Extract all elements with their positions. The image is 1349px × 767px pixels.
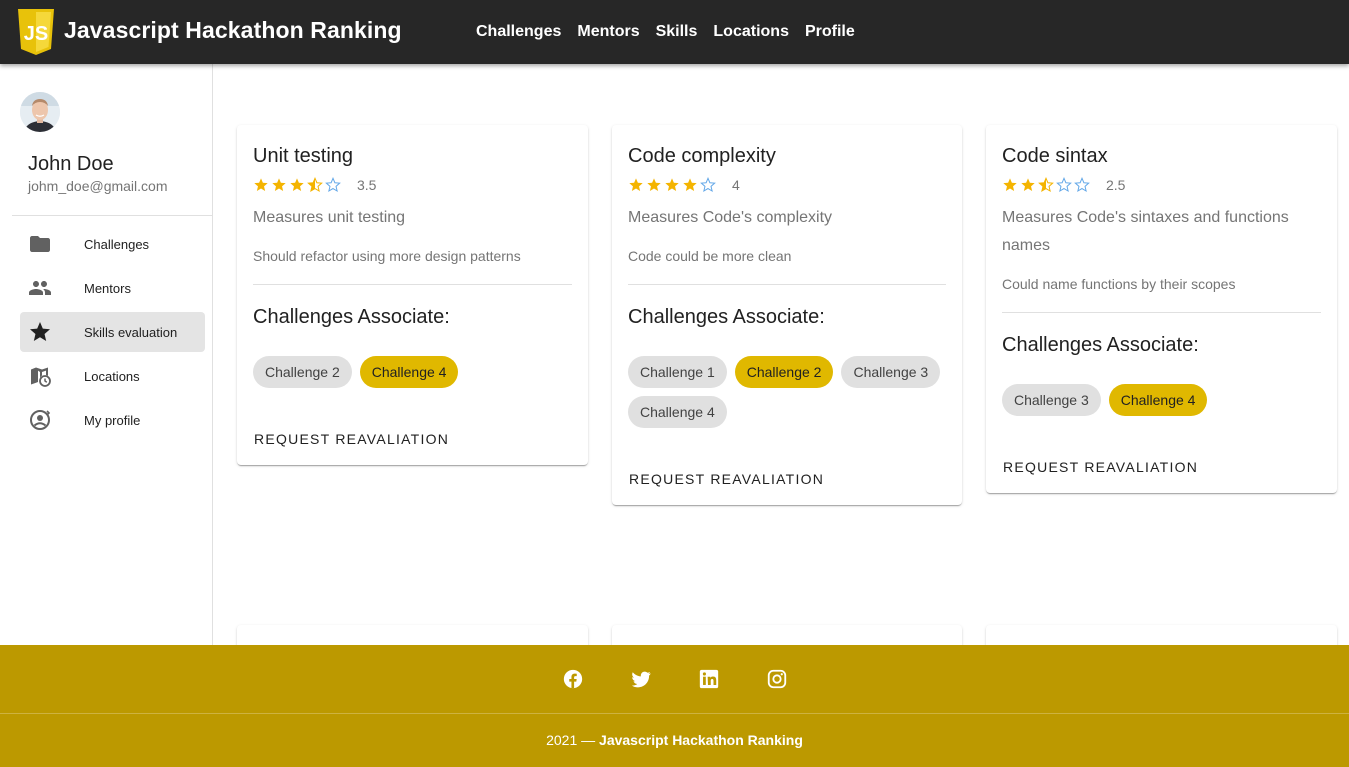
challenge-chip[interactable]: Challenge 3 xyxy=(1002,384,1101,416)
chip-group: Challenge 3 Challenge 4 xyxy=(1002,384,1332,424)
star-full-icon[interactable] xyxy=(628,177,644,193)
card-note: Code could be more clean xyxy=(628,248,792,264)
star-full-icon[interactable] xyxy=(682,177,698,193)
social-links xyxy=(0,665,1349,693)
star-half-icon[interactable] xyxy=(1038,177,1054,193)
nav-mentors[interactable]: Mentors xyxy=(569,0,647,64)
top-nav: Challenges Mentors Skills Locations Prof… xyxy=(468,0,863,64)
js-logo: JS xyxy=(18,9,54,55)
sidebar: John Doe johm_doe@gmail.com Challenges M… xyxy=(0,64,213,645)
sidebar-item-challenges[interactable]: Challenges xyxy=(20,224,205,264)
people-icon xyxy=(20,276,60,300)
challenge-chip[interactable]: Challenge 3 xyxy=(841,356,941,388)
user-email: johm_doe@gmail.com xyxy=(28,178,168,194)
divider xyxy=(12,215,213,216)
sidebar-item-label: Skills evaluation xyxy=(84,324,178,340)
challenges-associate-heading: Challenges Associate: xyxy=(253,306,450,328)
nav-challenges[interactable]: Challenges xyxy=(468,0,569,64)
divider xyxy=(628,284,946,285)
rating-value: 4 xyxy=(732,177,740,193)
star-rating[interactable]: 2.5 xyxy=(1002,177,1125,193)
request-reavaliation-button[interactable]: REQUEST REAVALIATION xyxy=(621,461,832,497)
card-note: Could name functions by their scopes xyxy=(1002,276,1236,292)
sidebar-item-label: Challenges xyxy=(84,236,150,252)
divider xyxy=(1002,312,1321,313)
copyright: 2021 — Javascript Hackathon Ranking xyxy=(0,732,1349,748)
challenges-associate-heading: Challenges Associate: xyxy=(1002,334,1199,356)
card-description: Measures Code's sintaxes and functions n… xyxy=(1002,209,1289,254)
star-empty-icon[interactable] xyxy=(325,177,341,193)
copyright-year: 2021 — xyxy=(546,732,596,748)
star-full-icon[interactable] xyxy=(253,177,269,193)
sidebar-item-label: Locations xyxy=(84,368,140,384)
challenge-chip[interactable]: Challenge 2 xyxy=(734,356,834,388)
sidebar-nav: Challenges Mentors Skills evaluation Loc… xyxy=(20,224,205,444)
divider xyxy=(0,713,1349,714)
app-title: Javascript Hackathon Ranking xyxy=(64,17,402,43)
sidebar-item-label: My profile xyxy=(84,412,141,428)
card-title: Unit testing xyxy=(253,145,354,167)
skill-card: Unit testing 3.5 Measures unit testing S… xyxy=(237,125,588,465)
request-reavaliation-button[interactable]: REQUEST REAVALIATION xyxy=(246,421,457,457)
sidebar-item-skills-evaluation[interactable]: Skills evaluation xyxy=(20,312,205,352)
challenge-chip[interactable]: Challenge 4 xyxy=(1108,384,1208,416)
star-half-icon[interactable] xyxy=(307,177,323,193)
star-full-icon[interactable] xyxy=(289,177,305,193)
sidebar-item-my-profile[interactable]: My profile xyxy=(20,400,205,440)
card-description: Measures unit testing xyxy=(253,209,406,226)
star-full-icon[interactable] xyxy=(1002,177,1018,193)
star-empty-icon[interactable] xyxy=(1074,177,1090,193)
sidebar-item-locations[interactable]: Locations xyxy=(20,356,205,396)
instagram-icon[interactable] xyxy=(763,665,791,693)
facebook-icon[interactable] xyxy=(559,665,587,693)
chip-group: Challenge 2 Challenge 4 xyxy=(253,356,583,396)
skill-card: Code complexity 4 Measures Code's comple… xyxy=(612,125,962,505)
chip-group: Challenge 1 Challenge 2 Challenge 3 Chal… xyxy=(628,356,958,436)
star-full-icon[interactable] xyxy=(646,177,662,193)
challenges-associate-heading: Challenges Associate: xyxy=(628,306,825,328)
nav-skills[interactable]: Skills xyxy=(648,0,706,64)
linkedin-icon[interactable] xyxy=(695,665,723,693)
card-description: Measures Code's complexity xyxy=(628,209,833,226)
app-bar: JS Javascript Hackathon Ranking Challeng… xyxy=(0,0,1349,64)
challenge-chip[interactable]: Challenge 1 xyxy=(628,356,727,388)
challenge-chip[interactable]: Challenge 4 xyxy=(628,396,727,428)
star-full-icon[interactable] xyxy=(271,177,287,193)
star-full-icon[interactable] xyxy=(664,177,680,193)
folder-icon xyxy=(20,232,60,256)
request-reavaliation-button[interactable]: REQUEST REAVALIATION xyxy=(995,449,1206,485)
star-rating[interactable]: 4 xyxy=(628,177,740,193)
avatar[interactable] xyxy=(20,92,60,132)
star-icon xyxy=(20,320,60,344)
rating-value: 2.5 xyxy=(1106,177,1126,193)
star-rating[interactable]: 3.5 xyxy=(253,177,376,193)
challenge-chip[interactable]: Challenge 2 xyxy=(253,356,352,388)
star-full-icon[interactable] xyxy=(1020,177,1036,193)
divider xyxy=(253,284,572,285)
star-empty-icon[interactable] xyxy=(1056,177,1072,193)
user-name: John Doe xyxy=(28,153,114,175)
card-title: Code sintax xyxy=(1002,145,1108,167)
card-title: Code complexity xyxy=(628,145,776,167)
skill-card: Code sintax 2.5 Measures Code's sintaxes… xyxy=(986,125,1337,493)
svg-text:JS: JS xyxy=(24,23,48,45)
nav-profile[interactable]: Profile xyxy=(797,0,863,64)
sidebar-item-label: Mentors xyxy=(84,280,131,296)
copyright-brand: Javascript Hackathon Ranking xyxy=(599,732,803,748)
card-note: Should refactor using more design patter… xyxy=(253,248,521,264)
nav-locations[interactable]: Locations xyxy=(705,0,797,64)
footer: 2021 — Javascript Hackathon Ranking xyxy=(0,645,1349,767)
account-cog-icon xyxy=(20,408,60,432)
challenge-chip[interactable]: Challenge 4 xyxy=(359,356,459,388)
twitter-icon[interactable] xyxy=(627,665,655,693)
star-empty-icon[interactable] xyxy=(700,177,716,193)
rating-value: 3.5 xyxy=(357,177,377,193)
sidebar-item-mentors[interactable]: Mentors xyxy=(20,268,205,308)
map-clock-icon xyxy=(20,364,60,388)
